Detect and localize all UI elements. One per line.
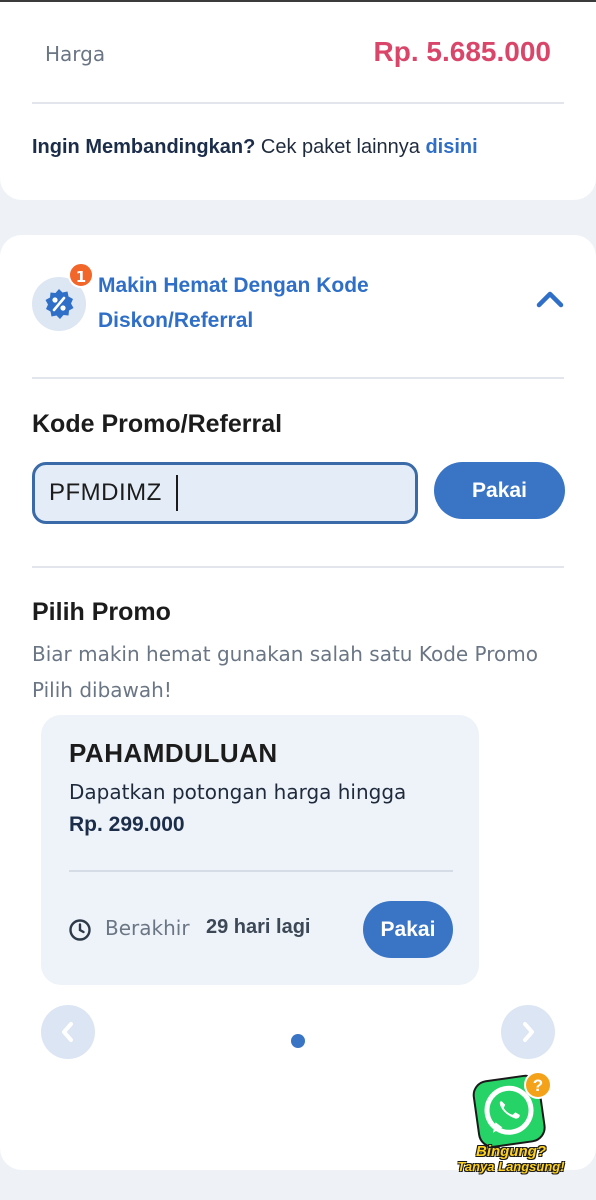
choose-promo-title: Pilih Promo [32,598,171,626]
help-line2: Tanya Langsung! [457,1159,565,1174]
whatsapp-help-button[interactable]: ? Bingung? Tanya Langsung! [456,1070,566,1180]
help-line1: Bingung? [476,1143,546,1160]
chevron-up-icon[interactable] [536,290,564,308]
expire-value: 29 hari lagi [206,916,311,938]
divider [69,870,453,872]
compare-link[interactable]: disini [425,136,477,158]
divider [32,102,564,104]
divider [32,377,564,379]
use-promo-button[interactable]: Pakai [363,901,453,958]
compare-question: Ingin Membandingkan? [32,136,256,158]
carousel-next-button[interactable] [501,1005,555,1059]
price-label: Harga [45,42,106,66]
divider [32,566,564,568]
chevron-left-icon [62,1022,73,1042]
clock-icon [69,919,91,941]
price-card [0,0,596,200]
compare-text: Cek paket lainnya [255,136,426,158]
price-value: Rp. 5.685.000 [373,36,551,67]
promo-section-title[interactable]: Makin Hemat Dengan Kode Diskon/Referral [98,268,428,338]
promo-code-input[interactable] [32,462,418,524]
chevron-right-icon [523,1022,534,1042]
carousel-dot-active[interactable] [291,1034,305,1048]
expire-label: Berakhir [105,916,190,940]
whatsapp-icon: ? [472,1071,552,1148]
code-label: Kode Promo/Referral [32,410,283,438]
promo-code: PAHAMDULUAN [69,738,278,768]
choose-promo-subtext: Biar makin hemat gunakan salah satu Kode… [32,642,538,702]
compare-line: Ingin Membandingkan? Cek paket lainnya d… [32,136,478,159]
promo-description: Dapatkan potongan harga hingga [69,780,407,804]
notification-badge: 1 [68,262,94,288]
carousel-prev-button[interactable] [41,1005,95,1059]
promo-amount: Rp. 299.000 [69,813,185,836]
help-badge: ? [533,1076,543,1095]
text-caret [176,475,178,511]
apply-code-button[interactable]: Pakai [434,462,565,519]
